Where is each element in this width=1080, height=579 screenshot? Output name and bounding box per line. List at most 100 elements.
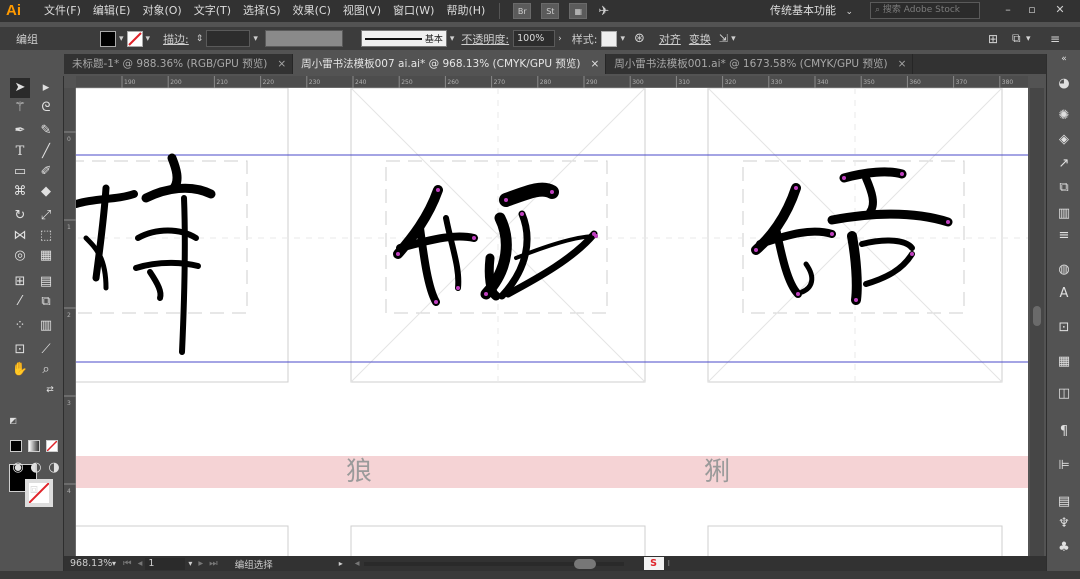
width-tool-icon[interactable]: ⋈ [10, 226, 30, 246]
symbols-panel-icon[interactable]: ⊡ [1054, 318, 1074, 338]
brush-definition-dropdown[interactable]: 基本 [360, 30, 447, 47]
shaper-tool-icon[interactable]: ⌘ [10, 182, 30, 202]
calligraphy-glyph-1[interactable] [76, 153, 216, 355]
stock-search-input[interactable]: ⌕ 搜索 Adobe Stock [870, 2, 980, 19]
eraser-tool-icon[interactable]: ◆ [36, 182, 56, 202]
last-artboard-icon[interactable]: ⏭ [209, 558, 218, 569]
stroke-weight-dropdown-icon[interactable]: ▾ [253, 34, 258, 44]
scale-tool-icon[interactable]: ⤢ [36, 206, 56, 226]
close-icon[interactable]: × [898, 54, 907, 74]
curvature-tool-icon[interactable]: ✎ [36, 121, 56, 141]
menu-item[interactable]: 效果(C) [287, 0, 337, 22]
bridge-button[interactable]: Br [513, 3, 532, 19]
draw-behind-icon[interactable]: ◐ [26, 458, 46, 478]
rotate-tool-icon[interactable]: ↻ [10, 206, 30, 226]
color-panel-icon[interactable]: ◕ [1054, 74, 1074, 94]
variable-width-profile[interactable] [264, 30, 343, 47]
recolor-artwork-icon[interactable]: ⊛ [634, 31, 645, 46]
hand-tool-icon[interactable]: ✋ [10, 360, 30, 380]
align-panel-icon[interactable]: ⊫ [1054, 456, 1074, 476]
transform-button[interactable]: 变换 [689, 31, 711, 47]
tab-template-007[interactable]: 周小雷书法模板007 ai.ai* @ 968.13% (CMYK/GPU 预览… [293, 54, 607, 74]
paragraph-panel-icon[interactable]: ¶ [1054, 422, 1074, 442]
eyedropper-tool-icon[interactable]: ⁄ [10, 292, 30, 312]
symbols-club-icon[interactable]: ♣ [1054, 538, 1074, 558]
gpu-performance-icon[interactable]: ✈ [598, 4, 609, 19]
calligraphy-glyph-3[interactable] [751, 167, 953, 305]
gradient-panel-icon[interactable]: ▥ [1054, 204, 1074, 224]
paintbrush-tool-icon[interactable]: ✐ [36, 162, 56, 182]
swatches-panel-icon[interactable]: ▦ [1054, 352, 1074, 372]
blend-tool-icon[interactable]: ⧉ [36, 292, 56, 312]
export-panel-icon[interactable]: ↗ [1054, 154, 1074, 174]
type-tool-icon[interactable]: T [10, 142, 30, 162]
panel-menu-icon[interactable]: ≡ [1050, 32, 1060, 46]
artboard-dropdown-icon[interactable]: ▾ [188, 559, 192, 568]
calligraphy-glyph-2[interactable] [393, 182, 598, 306]
gradient-mode-button[interactable] [28, 440, 40, 452]
horizontal-scrollbar[interactable] [363, 558, 624, 569]
menu-item[interactable]: 编辑(E) [87, 0, 137, 22]
minimize-icon[interactable]: – [996, 0, 1020, 22]
stroke-weight-field[interactable] [206, 30, 251, 47]
rectangle-tool-icon[interactable]: ▭ [10, 162, 30, 182]
magic-wand-tool-icon[interactable]: ⚚ [10, 98, 30, 118]
arrange-icon[interactable]: ⊞ [988, 32, 998, 46]
pathfinder-dropdown-icon[interactable]: ▾ [1026, 34, 1031, 44]
artboard-tool-icon[interactable]: ⊡ [10, 340, 30, 360]
next-artboard-icon[interactable]: ▸ [198, 558, 203, 569]
draw-inside-icon[interactable]: ◑ [44, 458, 64, 478]
slice-tool-icon[interactable]: ⟋ [36, 340, 56, 360]
mesh-tool-icon[interactable]: ⊞ [10, 272, 30, 292]
transform-panel-icon[interactable]: ▤ [1054, 492, 1074, 512]
screen-mode-icon[interactable]: ⧈ [24, 480, 44, 500]
pen-tool-icon[interactable]: ✒ [10, 121, 30, 141]
line-tool-icon[interactable]: ╱ [36, 142, 56, 162]
vertical-scrollbar[interactable] [1030, 88, 1044, 556]
align-button[interactable]: 对齐 [659, 31, 681, 47]
color-mode-button[interactable] [10, 440, 22, 452]
arrange-documents-icon[interactable]: ▦ [569, 3, 588, 19]
symbol-sprayer-tool-icon[interactable]: ⁘ [10, 316, 30, 336]
opacity-field[interactable]: 100% [513, 30, 556, 47]
shape-builder-tool-icon[interactable]: ◎ [10, 246, 30, 266]
column-graph-tool-icon[interactable]: ▥ [36, 316, 56, 336]
default-colors-icon[interactable]: ◩ [8, 416, 18, 426]
close-icon[interactable]: × [590, 54, 599, 74]
appearance-panel-icon[interactable]: ◍ [1054, 260, 1074, 280]
first-artboard-icon[interactable]: ⏮ [123, 558, 132, 569]
menu-item[interactable]: 选择(S) [237, 0, 287, 22]
caption-char[interactable]: 狼 [346, 456, 372, 488]
selection-tool-icon[interactable]: ➤ [10, 78, 30, 98]
input-method-menu-icon[interactable]: ⁝ [668, 559, 671, 568]
pathfinder-icon[interactable]: ⧉ [1012, 31, 1021, 46]
scrollbar-thumb[interactable] [1033, 306, 1041, 326]
lasso-tool-icon[interactable]: ᘓ [36, 98, 56, 118]
free-transform-tool-icon[interactable]: ⬚ [36, 226, 56, 246]
puppet-warp-icon[interactable]: ♆ [1054, 514, 1074, 534]
zoom-dropdown-icon[interactable]: ▾ [112, 559, 116, 568]
maximize-icon[interactable]: ▫ [1020, 0, 1044, 22]
menu-item[interactable]: 窗口(W) [387, 0, 440, 22]
status-menu-arrow-icon[interactable]: ▸ [339, 559, 343, 568]
menu-item[interactable]: 对象(O) [136, 0, 187, 22]
opacity-label[interactable]: 不透明度: [461, 31, 509, 47]
scroll-left-icon[interactable]: ◂ [355, 558, 360, 569]
isolate-dropdown-icon[interactable]: ▾ [731, 34, 736, 44]
horizontal-scrollbar-thumb[interactable] [573, 558, 596, 569]
draw-normal-icon[interactable]: ◉ [8, 458, 28, 478]
opacity-arrow-icon[interactable]: › [558, 34, 562, 44]
menu-item[interactable]: 文件(F) [38, 0, 87, 22]
previous-artboard-icon[interactable]: ◂ [138, 558, 143, 569]
brushes-panel-icon[interactable]: ✺ [1054, 106, 1074, 126]
gradient-tool-icon[interactable]: ▤ [36, 272, 56, 292]
fill-dropdown-icon[interactable]: ▾ [119, 34, 124, 44]
isolate-group-icon[interactable]: ⇲ [719, 32, 728, 45]
artboards-panel-icon[interactable]: ⧉ [1054, 178, 1074, 198]
menu-item[interactable]: 文字(T) [188, 0, 237, 22]
artboard-canvas[interactable]: 狼 猁 [76, 88, 1028, 556]
none-mode-button[interactable] [46, 440, 58, 452]
graphic-style-dropdown-icon[interactable]: ▾ [620, 34, 625, 44]
menu-item[interactable]: 帮助(H) [440, 0, 491, 22]
collapse-panels-icon[interactable]: « [1054, 54, 1074, 64]
